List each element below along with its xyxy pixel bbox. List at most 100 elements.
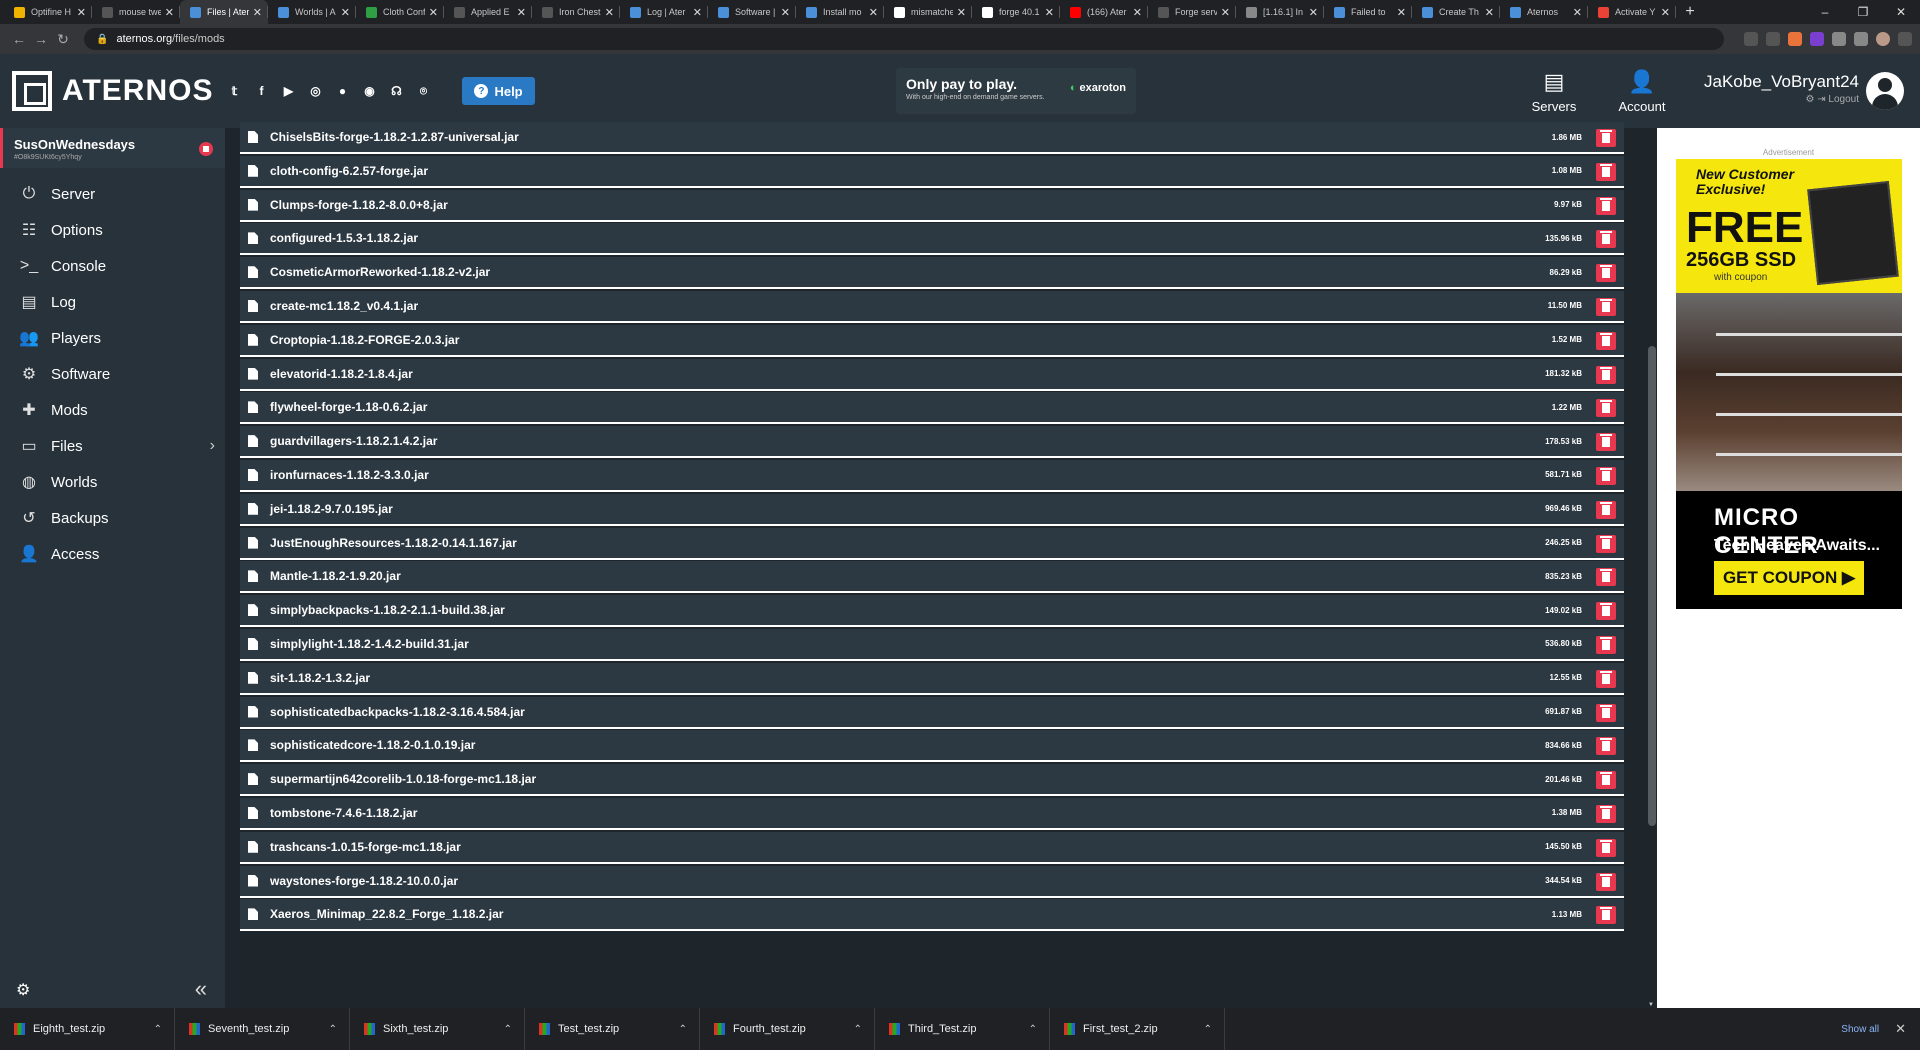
delete-file-button[interactable] [1596, 331, 1616, 350]
delete-file-button[interactable] [1596, 129, 1616, 147]
chevron-up-icon[interactable]: ⌃ [329, 1024, 337, 1035]
back-icon[interactable]: ← [8, 31, 30, 47]
file-row[interactable]: elevatorid-1.18.2-1.8.4.jar 181.32 kB [240, 358, 1624, 391]
file-row[interactable]: guardvillagers-1.18.2.1.4.2.jar 178.53 kB [240, 426, 1624, 459]
chevron-up-icon[interactable]: ⌃ [154, 1024, 162, 1035]
collapse-sidebar-icon[interactable]: « [195, 976, 207, 1002]
download-item[interactable]: Fourth_test.zip ⌃ [700, 1008, 875, 1050]
browser-tab[interactable]: (166) Ater ✕ [1060, 0, 1148, 24]
browser-tab[interactable]: Files | Ater ✕ [180, 0, 268, 24]
menu-icon[interactable] [1898, 32, 1912, 46]
close-tab-icon[interactable]: ✕ [605, 6, 614, 19]
close-window-icon[interactable]: ✕ [1882, 5, 1920, 19]
file-name[interactable]: Mantle-1.18.2-1.9.20.jar [270, 569, 401, 583]
file-name[interactable]: jei-1.18.2-9.7.0.195.jar [270, 502, 393, 516]
github-icon[interactable]: ⌾ [414, 82, 432, 100]
sidebar-item-console[interactable]: >_ Console [0, 248, 225, 284]
close-tab-icon[interactable]: ✕ [341, 6, 350, 19]
file-row[interactable]: configured-1.5.3-1.18.2.jar 135.96 kB [240, 223, 1624, 256]
stop-server-icon[interactable] [199, 142, 213, 156]
delete-file-button[interactable] [1596, 872, 1616, 891]
delete-file-button[interactable] [1596, 297, 1616, 316]
close-tab-icon[interactable]: ✕ [1661, 6, 1670, 19]
delete-file-button[interactable] [1596, 466, 1616, 485]
page-scrollbar[interactable]: ▼ [1647, 128, 1657, 1008]
close-tab-icon[interactable]: ✕ [165, 6, 174, 19]
delete-file-button[interactable] [1596, 433, 1616, 452]
scrollbar-thumb[interactable] [1648, 346, 1656, 826]
new-tab-button[interactable]: + [1676, 0, 1704, 24]
file-row[interactable]: sophisticatedcore-1.18.2-0.1.0.19.jar 834… [240, 730, 1624, 763]
file-name[interactable]: Clumps-forge-1.18.2-8.0.0+8.jar [270, 198, 448, 212]
file-name[interactable]: simplybackpacks-1.18.2-2.1.1-build.38.ja… [270, 603, 505, 617]
file-name[interactable]: Xaeros_Minimap_22.8.2_Forge_1.18.2.jar [270, 907, 503, 921]
browser-tab[interactable]: mismatche ✕ [884, 0, 972, 24]
minimize-icon[interactable]: – [1806, 5, 1844, 19]
file-name[interactable]: ChiselsBits-forge-1.18.2-1.2.87-universa… [270, 130, 519, 144]
download-item[interactable]: First_test_2.zip ⌃ [1050, 1008, 1225, 1050]
delete-file-button[interactable] [1596, 804, 1616, 823]
browser-tab[interactable]: Worlds | A ✕ [268, 0, 356, 24]
chevron-up-icon[interactable]: ⌃ [504, 1024, 512, 1035]
delete-file-button[interactable] [1596, 669, 1616, 688]
reload-icon[interactable]: ↻ [52, 31, 74, 48]
delete-file-button[interactable] [1596, 162, 1616, 181]
sidebar-item-mods[interactable]: ✚ Mods [0, 392, 225, 428]
file-row[interactable]: waystones-forge-1.18.2-10.0.0.jar 344.54 … [240, 865, 1624, 898]
puzzle-icon[interactable] [1832, 32, 1846, 46]
sidepanel-icon[interactable] [1854, 32, 1868, 46]
browser-tab[interactable]: Iron Chest ✕ [532, 0, 620, 24]
file-name[interactable]: JustEnoughResources-1.18.2-0.14.1.167.ja… [270, 536, 517, 550]
file-name[interactable]: cloth-config-6.2.57-forge.jar [270, 164, 428, 178]
delete-file-button[interactable] [1596, 500, 1616, 519]
file-row[interactable]: trashcans-1.0.15-forge-mc1.18.jar 145.50 … [240, 831, 1624, 864]
file-row[interactable]: JustEnoughResources-1.18.2-0.14.1.167.ja… [240, 527, 1624, 560]
delete-file-button[interactable] [1596, 771, 1616, 790]
file-name[interactable]: trashcans-1.0.15-forge-mc1.18.jar [270, 840, 461, 854]
browser-tab[interactable]: Applied E ✕ [444, 0, 532, 24]
download-item[interactable]: Eighth_test.zip ⌃ [0, 1008, 175, 1050]
delete-file-button[interactable] [1596, 635, 1616, 654]
sidebar-item-worlds[interactable]: ◍ Worlds [0, 464, 225, 500]
chevron-up-icon[interactable]: ⌃ [854, 1024, 862, 1035]
file-name[interactable]: CosmeticArmorReworked-1.18.2-v2.jar [270, 265, 490, 279]
sidebar-item-software[interactable]: ⚙ Software [0, 356, 225, 392]
file-row[interactable]: create-mc1.18.2_v0.4.1.jar 11.50 MB [240, 290, 1624, 323]
file-name[interactable]: tombstone-7.4.6-1.18.2.jar [270, 806, 417, 820]
file-row[interactable]: cloth-config-6.2.57-forge.jar 1.08 MB [240, 155, 1624, 188]
star-icon[interactable] [1766, 32, 1780, 46]
delete-file-button[interactable] [1596, 838, 1616, 857]
close-tab-icon[interactable]: ✕ [429, 6, 438, 19]
close-tab-icon[interactable]: ✕ [957, 6, 966, 19]
file-name[interactable]: Croptopia-1.18.2-FORGE-2.0.3.jar [270, 333, 459, 347]
reddit-icon[interactable]: ● [333, 82, 351, 100]
delete-file-button[interactable] [1596, 230, 1616, 249]
file-row[interactable]: ironfurnaces-1.18.2-3.3.0.jar 581.71 kB [240, 459, 1624, 492]
file-name[interactable]: sophisticatedcore-1.18.2-0.1.0.19.jar [270, 738, 475, 752]
file-name[interactable]: configured-1.5.3-1.18.2.jar [270, 231, 418, 245]
server-card[interactable]: SusOnWednesdays #O8k9SUKt6cy5Yhqy [0, 128, 225, 168]
file-row[interactable]: flywheel-forge-1.18-0.6.2.jar 1.22 MB [240, 392, 1624, 425]
close-tab-icon[interactable]: ✕ [1309, 6, 1318, 19]
settings-icon[interactable]: ⚙ [16, 980, 30, 1000]
download-item[interactable]: Third_Test.zip ⌃ [875, 1008, 1050, 1050]
youtube-icon[interactable]: ▶ [279, 82, 297, 100]
browser-tab[interactable]: Create Th ✕ [1412, 0, 1500, 24]
delete-file-button[interactable] [1596, 534, 1616, 553]
delete-file-button[interactable] [1596, 365, 1616, 384]
browser-tab[interactable]: [1.16.1] In ✕ [1236, 0, 1324, 24]
file-row[interactable]: jei-1.18.2-9.7.0.195.jar 969.46 kB [240, 493, 1624, 526]
chevron-up-icon[interactable]: ⌃ [1204, 1024, 1212, 1035]
browser-tab[interactable]: Aternos ✕ [1500, 0, 1588, 24]
file-row[interactable]: Mantle-1.18.2-1.9.20.jar 835.23 kB [240, 561, 1624, 594]
browser-tab[interactable]: Failed to ✕ [1324, 0, 1412, 24]
url-input[interactable]: 🔒 aternos.org/files/mods [84, 28, 1724, 50]
chevron-right-icon[interactable]: › [210, 437, 215, 455]
close-tab-icon[interactable]: ✕ [77, 6, 86, 19]
file-name[interactable]: ironfurnaces-1.18.2-3.3.0.jar [270, 468, 429, 482]
delete-file-button[interactable] [1596, 196, 1616, 215]
file-row[interactable]: sophisticatedbackpacks-1.18.2-3.16.4.584… [240, 696, 1624, 729]
logout-link[interactable]: ⚙ ⇥ Logout [1704, 94, 1860, 105]
file-name[interactable]: supermartijn642corelib-1.0.18-forge-mc1.… [270, 772, 536, 786]
sidebar-item-server[interactable]: ⏻ Server [0, 176, 225, 212]
